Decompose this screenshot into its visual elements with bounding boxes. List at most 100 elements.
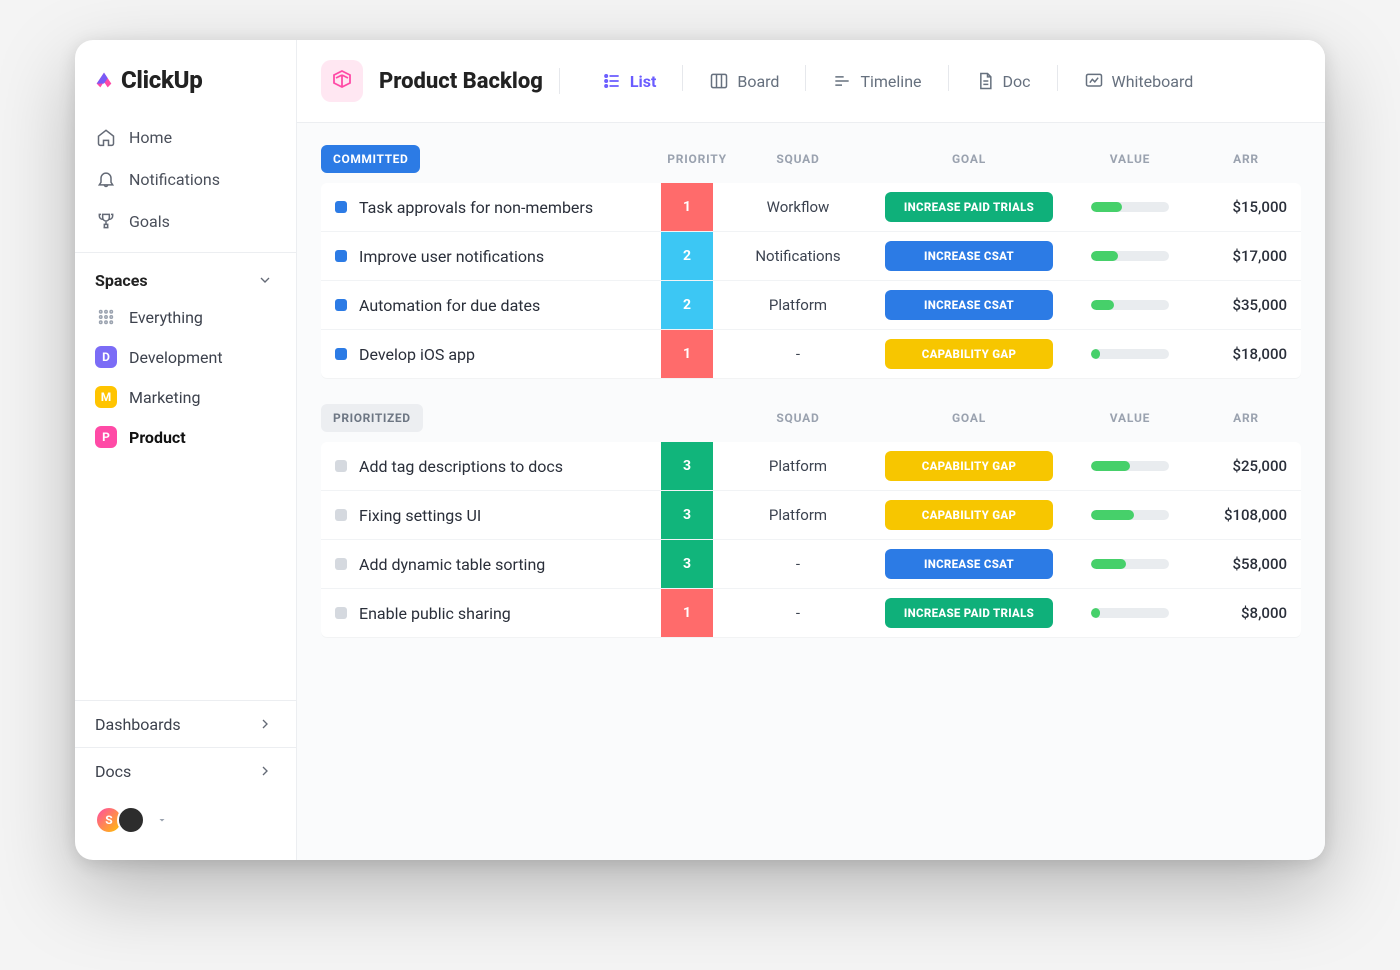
goal-pill[interactable]: INCREASE PAID TRIALS	[885, 192, 1053, 222]
priority-badge[interactable]: 3	[661, 540, 713, 588]
chevron-right-icon	[254, 713, 276, 735]
task-row[interactable]: Add tag descriptions to docs 3 Platform CAP…	[321, 442, 1301, 490]
nav-notifications-label: Notifications	[129, 170, 220, 189]
nav-home[interactable]: Home	[75, 116, 296, 158]
arr-cell: $108,000	[1191, 506, 1301, 524]
grid-icon	[95, 306, 117, 328]
status-icon[interactable]	[335, 607, 347, 619]
value-cell	[1075, 510, 1185, 520]
avatar-stack[interactable]: S	[75, 794, 296, 846]
column-header-arr: ARR	[1191, 152, 1301, 166]
tab-label: Board	[737, 72, 779, 91]
goal-pill[interactable]: CAPABILITY GAP	[885, 339, 1053, 369]
nav-goals[interactable]: Goals	[75, 200, 296, 242]
value-bar[interactable]	[1091, 461, 1169, 471]
group-name-badge[interactable]: PRIORITIZED	[321, 404, 423, 432]
priority-badge[interactable]: 1	[661, 183, 713, 231]
status-icon[interactable]	[335, 558, 347, 570]
goal-cell: CAPABILITY GAP	[869, 451, 1069, 481]
column-header-squad: SQUAD	[733, 411, 863, 425]
arr-cell: $18,000	[1191, 345, 1301, 363]
task-row[interactable]: Fixing settings UI3PlatformCAPABILITY GA…	[321, 490, 1301, 539]
clickup-logo-icon	[93, 69, 115, 91]
status-icon[interactable]	[335, 201, 347, 213]
priority-badge[interactable]: 1	[661, 589, 713, 637]
caret-down-icon	[151, 809, 173, 831]
tab-list[interactable]: List	[598, 65, 661, 97]
squad-cell: Platform	[733, 296, 863, 314]
task-row[interactable]: Add dynamic table sorting3-INCREASE CSAT…	[321, 539, 1301, 588]
priority-badge[interactable]: 2	[661, 232, 713, 280]
task-row[interactable]: Task approvals for non-members1WorkflowI…	[321, 183, 1301, 231]
tab-label: Timeline	[860, 72, 921, 91]
value-bar[interactable]	[1091, 608, 1169, 618]
app-window: ClickUp Home Notifications Goals Spaces	[75, 40, 1325, 860]
goal-cell: INCREASE CSAT	[869, 290, 1069, 320]
task-title: Add tag descriptions to docs	[359, 457, 563, 476]
task-cell: Fixing settings UI	[321, 494, 661, 537]
tab-timeline[interactable]: Timeline	[828, 65, 925, 97]
value-bar[interactable]	[1091, 251, 1169, 261]
value-bar[interactable]	[1091, 202, 1169, 212]
group-header: PRIORITIZEDSQUADGOALVALUEARR	[321, 404, 1301, 442]
task-row[interactable]: Improve user notifications2Notifications…	[321, 231, 1301, 280]
status-icon[interactable]	[335, 460, 347, 472]
status-icon[interactable]	[335, 509, 347, 521]
value-bar[interactable]	[1091, 559, 1169, 569]
squad-cell: Platform	[733, 457, 863, 475]
task-cell: Develop iOS app	[321, 333, 661, 376]
main: Product Backlog List Board Timeline	[297, 40, 1325, 860]
goal-pill[interactable]: CAPABILITY GAP	[885, 451, 1053, 481]
value-bar[interactable]	[1091, 300, 1169, 310]
priority-badge[interactable]: 3	[661, 442, 713, 490]
space-badge: M	[95, 386, 117, 408]
nav-notifications[interactable]: Notifications	[75, 158, 296, 200]
task-cell: Automation for due dates	[321, 284, 661, 327]
arr-cell: $25,000	[1191, 457, 1301, 475]
value-bar[interactable]	[1091, 349, 1169, 359]
goal-pill[interactable]: INCREASE CSAT	[885, 241, 1053, 271]
goal-pill[interactable]: CAPABILITY GAP	[885, 500, 1053, 530]
space-everything[interactable]: Everything	[75, 297, 296, 337]
space-everything-label: Everything	[129, 308, 203, 327]
priority-badge[interactable]: 1	[661, 330, 713, 378]
arr-cell: $8,000	[1191, 604, 1301, 622]
spaces-header[interactable]: Spaces	[75, 261, 296, 297]
squad-cell: -	[733, 345, 863, 363]
value-cell	[1075, 202, 1185, 212]
brand-logo[interactable]: ClickUp	[75, 60, 296, 116]
nav-home-label: Home	[129, 128, 172, 147]
value-cell	[1075, 349, 1185, 359]
space-development[interactable]: D Development	[75, 337, 296, 377]
group-name-badge[interactable]: COMMITTED	[321, 145, 420, 173]
space-marketing[interactable]: M Marketing	[75, 377, 296, 417]
tab-whiteboard[interactable]: Whiteboard	[1080, 65, 1198, 97]
task-cell: Task approvals for non-members	[321, 186, 661, 229]
space-label: Marketing	[129, 388, 200, 407]
task-row[interactable]: Automation for due dates2 Platform INCREAS…	[321, 280, 1301, 329]
tab-doc[interactable]: Doc	[971, 65, 1035, 97]
value-cell	[1075, 461, 1185, 471]
value-bar[interactable]	[1091, 510, 1169, 520]
value-cell	[1075, 608, 1185, 618]
task-cell: Add tag descriptions to docs	[321, 445, 661, 488]
bell-icon	[95, 168, 117, 190]
page-icon	[321, 60, 363, 102]
task-title: Develop iOS app	[359, 345, 475, 364]
column-header-value: VALUE	[1075, 152, 1185, 166]
link-docs[interactable]: Docs	[75, 747, 296, 794]
priority-badge[interactable]: 3	[661, 491, 713, 539]
status-icon[interactable]	[335, 348, 347, 360]
goal-pill[interactable]: INCREASE CSAT	[885, 549, 1053, 579]
status-icon[interactable]	[335, 299, 347, 311]
priority-badge[interactable]: 2	[661, 281, 713, 329]
task-row[interactable]: Develop iOS app 1 - CAPABILITY GAP $18,000	[321, 329, 1301, 378]
tab-board[interactable]: Board	[705, 65, 783, 97]
goal-pill[interactable]: INCREASE CSAT	[885, 290, 1053, 320]
goal-pill[interactable]: INCREASE PAID TRIALS	[885, 598, 1053, 628]
space-product[interactable]: P Product	[75, 417, 296, 457]
task-row[interactable]: Enable public sharing1-INCREASE PAID TRI…	[321, 588, 1301, 637]
goal-cell: INCREASE PAID TRIALS	[869, 192, 1069, 222]
link-dashboards[interactable]: Dashboards	[75, 700, 296, 747]
status-icon[interactable]	[335, 250, 347, 262]
